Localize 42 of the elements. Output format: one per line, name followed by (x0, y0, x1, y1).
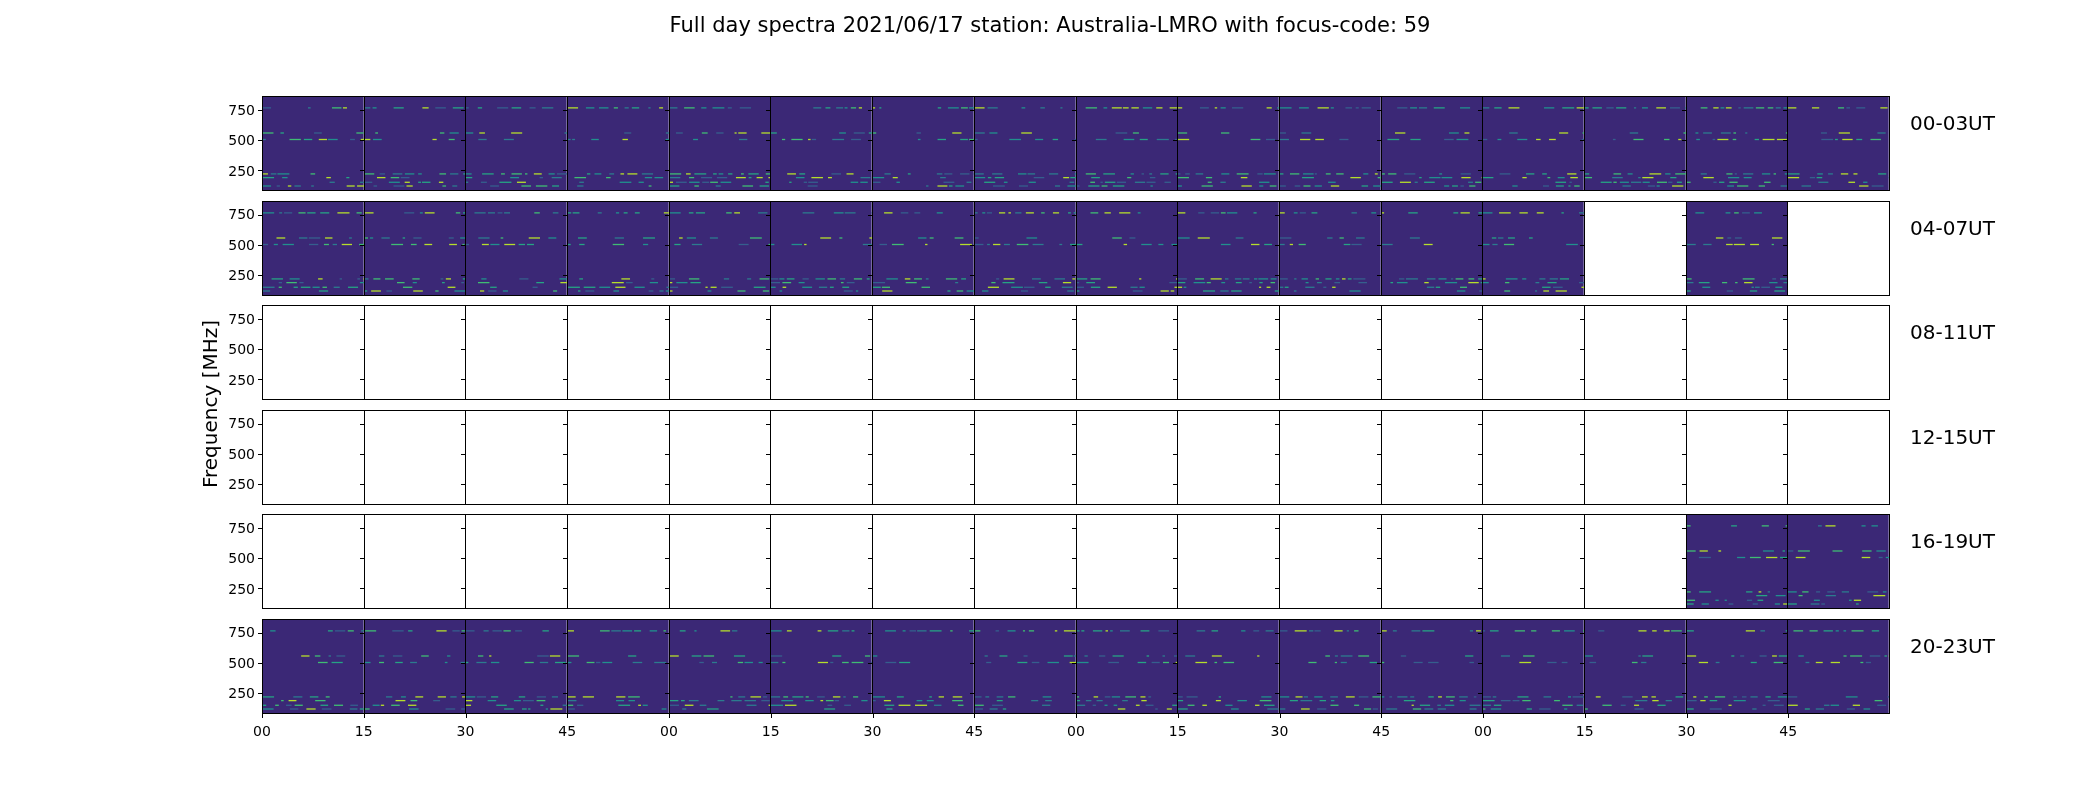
x-tick-label: 15 (354, 721, 373, 741)
y-tick-label: 250 (228, 581, 255, 596)
y-tick-label: 500 (228, 237, 255, 252)
x-tick-label: 30 (456, 721, 475, 741)
row-label: 20-23UT (1910, 632, 1995, 660)
row-label: 12-15UT (1910, 423, 1995, 451)
y-tick-label: 750 (228, 207, 255, 222)
y-tick-label: 250 (228, 163, 255, 178)
figure-title: Full day spectra 2021/06/17 station: Australia-LMRO with focus-code: 59 (669, 12, 1431, 39)
y-tick-label: 500 (228, 655, 255, 670)
x-tick-label: 15 (1575, 721, 1594, 741)
x-tick-label: 00 (253, 721, 271, 741)
y-tick-label: 250 (228, 372, 255, 387)
y-axis-label: Frequency [MHz] (197, 319, 223, 488)
x-tick-label: 30 (1677, 721, 1696, 741)
x-tick-label: 45 (1372, 721, 1391, 741)
y-tick-label: 750 (228, 416, 255, 431)
y-tick-label: 250 (228, 477, 255, 492)
row-label: 16-19UT (1910, 528, 1995, 555)
x-tick-label: 00 (660, 721, 678, 741)
x-tick-label: 00 (1474, 721, 1492, 741)
row-label: 08-11UT (1910, 319, 1995, 346)
y-tick-label: 750 (228, 102, 255, 117)
y-tick-label: 750 (228, 520, 255, 535)
x-tick-label: 00 (1067, 721, 1085, 741)
x-tick-label: 45 (558, 721, 577, 741)
y-tick-label: 500 (228, 446, 255, 461)
y-tick-label: 250 (228, 268, 255, 283)
row-label: 00-03UT (1910, 110, 1995, 137)
x-tick-label: 30 (863, 721, 882, 741)
y-tick-label: 500 (228, 342, 255, 357)
y-tick-label: 500 (228, 551, 255, 566)
y-tick-label: 750 (228, 625, 255, 640)
x-tick-label: 15 (1168, 721, 1187, 741)
y-tick-label: 250 (228, 686, 255, 701)
x-tick-label: 45 (965, 721, 984, 741)
x-tick-label: 15 (761, 721, 780, 741)
y-tick-label: 500 (228, 133, 255, 148)
y-tick-label: 750 (228, 311, 255, 326)
x-tick-label: 45 (1779, 721, 1798, 741)
row-label: 04-07UT (1910, 214, 1995, 242)
x-tick-label: 30 (1270, 721, 1289, 741)
